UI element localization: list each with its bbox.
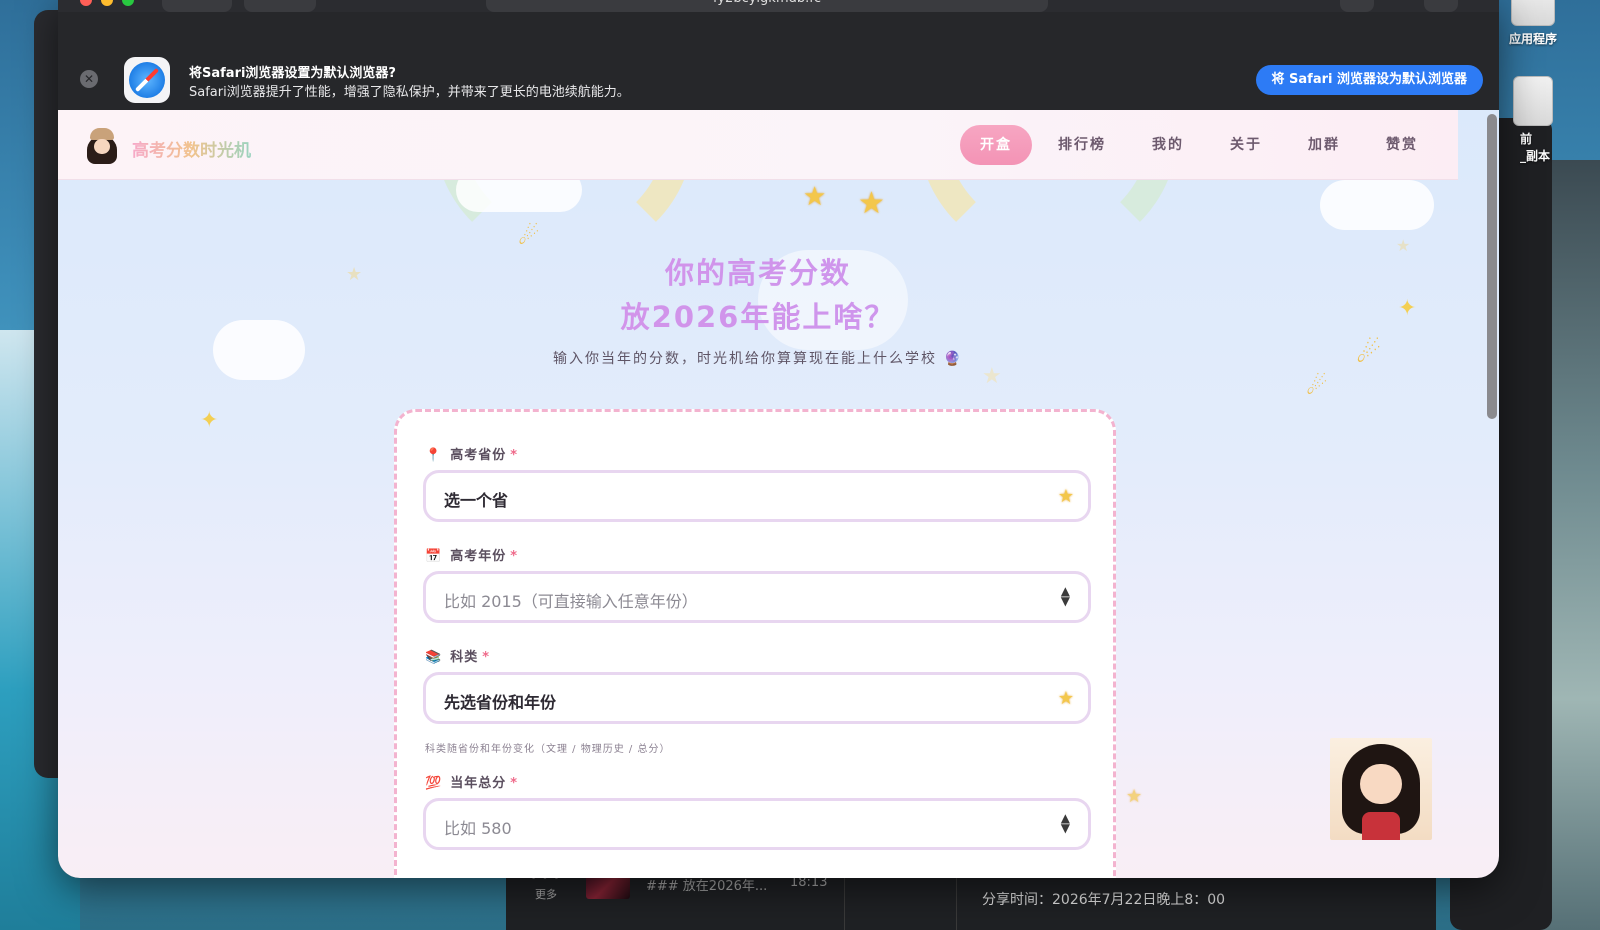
subject-hint: 科类随省份和年份变化（文理 / 物理历史 / 总分） [425, 744, 671, 755]
nav-item-mine[interactable]: 我的 [1132, 125, 1204, 165]
safari-window: fy2bcyigkfhdb.fc ✕ 将Safari浏览器设置为默认浏览器? S… [58, 0, 1499, 878]
books-icon: 📚 [425, 650, 443, 665]
page-scrollbar[interactable] [1487, 114, 1497, 419]
subject-label: 📚 科类 * [425, 646, 490, 665]
score-label: 💯 当年总分 * [425, 772, 518, 791]
stepper-icon[interactable]: ▲ ▼ [1061, 812, 1070, 834]
nav-item-leaderboard[interactable]: 排行榜 [1038, 125, 1126, 165]
safari-toolbar: fy2bcyigkfhdb.fc [58, 0, 1499, 12]
year-label: 📅 高考年份 * [425, 545, 518, 564]
desktop-icon-label: 前 [1520, 132, 1533, 146]
window-controls [80, 0, 134, 6]
sidebar-toggle-button[interactable] [162, 0, 232, 12]
nav-links: 开盒 排行榜 我的 关于 加群 赞赏 [960, 125, 1438, 165]
subject-select-value: 先选省份和年份 [444, 693, 557, 712]
star-icon: ★ [858, 186, 885, 221]
floating-avatar[interactable] [1330, 738, 1432, 840]
hero-title-line1: 你的高考分数 [58, 250, 1458, 292]
subject-label-text: 科类 [450, 650, 479, 665]
province-select-value: 选一个省 [444, 491, 509, 510]
score-label-text: 当年总分 [450, 776, 507, 791]
province-select[interactable]: 选一个省 ★ [423, 470, 1091, 522]
cloud-decoration [1320, 180, 1434, 230]
score-input-placeholder: 比如 580 [444, 819, 512, 838]
province-label-text: 高考省份 [450, 448, 507, 463]
year-label-text: 高考年份 [450, 549, 507, 564]
year-input-placeholder: 比如 2015（可直接输入任意年份） [444, 592, 698, 611]
score-input[interactable]: 比如 580 ▲ ▼ [423, 798, 1091, 850]
shooting-star-icon: ☄ [1306, 372, 1328, 400]
star-icon: ★ [803, 182, 827, 212]
desktop-icon-document[interactable]: 前 _副本 [1498, 76, 1568, 164]
site-navbar: 高考分数时光机 开盒 排行榜 我的 关于 加群 赞赏 [58, 110, 1458, 180]
hero-subtitle: 输入你当年的分数，时光机给你算算现在能上什么学校 🔮 [58, 348, 1458, 368]
zoom-window-button[interactable] [122, 0, 134, 6]
safari-compass-icon [124, 57, 170, 103]
hundred-points-icon: 💯 [425, 776, 443, 791]
minimize-window-button[interactable] [101, 0, 113, 6]
close-icon[interactable]: ✕ [80, 70, 98, 88]
set-default-browser-button[interactable]: 将 Safari 浏览器设为默认浏览器 [1255, 65, 1483, 95]
nav-item-donate[interactable]: 赞赏 [1366, 125, 1438, 165]
share-time: 分享时间：2026年7月22日晚上8：00 [982, 892, 1226, 908]
banner-subtitle: Safari浏览器提升了性能，增强了隐私保护，并带来了更长的电池续航能力。 [189, 85, 630, 100]
desktop-icon-label: 应用程序 [1508, 32, 1557, 46]
star-icon: ★ [1126, 786, 1143, 807]
year-input[interactable]: 比如 2015（可直接输入任意年份） ▲ ▼ [423, 571, 1091, 623]
required-mark: * [482, 650, 491, 665]
default-browser-banner: ✕ 将Safari浏览器设置为默认浏览器? Safari浏览器提升了性能，增强了… [58, 12, 1499, 110]
document-icon [1513, 76, 1553, 126]
web-page: ★ ★ ★ ★ ★ ★ ✦ ✦ ✦ ☄ ☄ ☄ 高考分数时光机 开盒 排行榜 我… [58, 110, 1499, 878]
nav-item-join-group[interactable]: 加群 [1288, 125, 1360, 165]
share-button[interactable] [1340, 0, 1374, 12]
score-form-card: 📍 高考省份 * 选一个省 ★ 📅 高考年份 * 比如 2015（可直接输入任意年份） … [394, 409, 1116, 878]
banner-title: 将Safari浏览器设置为默认浏览器? [189, 66, 396, 81]
more-label: 更多 [535, 888, 557, 901]
province-label: 📍 高考省份 * [425, 444, 518, 463]
logo-avatar[interactable] [84, 126, 120, 166]
close-window-button[interactable] [80, 0, 92, 6]
back-forward-buttons[interactable] [244, 0, 316, 12]
star-icon: ★ [1057, 486, 1074, 507]
calendar-icon: 📅 [425, 549, 443, 564]
hero-title-line2: 放2026年能上啥？ [58, 294, 1458, 336]
address-bar[interactable]: fy2bcyigkfhdb.fc [486, 0, 1048, 12]
desktop-icon-applications[interactable]: 应用程序 [1498, 0, 1568, 47]
required-mark: * [510, 776, 519, 791]
star-icon: ★ [1057, 688, 1074, 709]
nav-item-about[interactable]: 关于 [1210, 125, 1282, 165]
subject-select[interactable]: 先选省份和年份 ★ [423, 672, 1091, 724]
stepper-icon[interactable]: ▲ ▼ [1061, 585, 1070, 607]
shooting-star-icon: ☄ [518, 222, 540, 250]
desktop-icon-label: _副本 [1520, 149, 1551, 163]
tabs-overview-button[interactable] [1424, 0, 1458, 12]
site-brand[interactable]: 高考分数时光机 [132, 136, 251, 161]
required-mark: * [510, 448, 519, 463]
nav-item-open-box[interactable]: 开盒 [960, 125, 1032, 165]
sparkle-icon: ✦ [200, 408, 219, 433]
crystal-ball-icon: 🔮 [943, 351, 963, 367]
required-mark: * [510, 549, 519, 564]
drive-icon [1511, 0, 1555, 26]
pin-icon: 📍 [425, 448, 443, 463]
hero-subtitle-text: 输入你当年的分数，时光机给你算算现在能上什么学校 [553, 351, 938, 367]
